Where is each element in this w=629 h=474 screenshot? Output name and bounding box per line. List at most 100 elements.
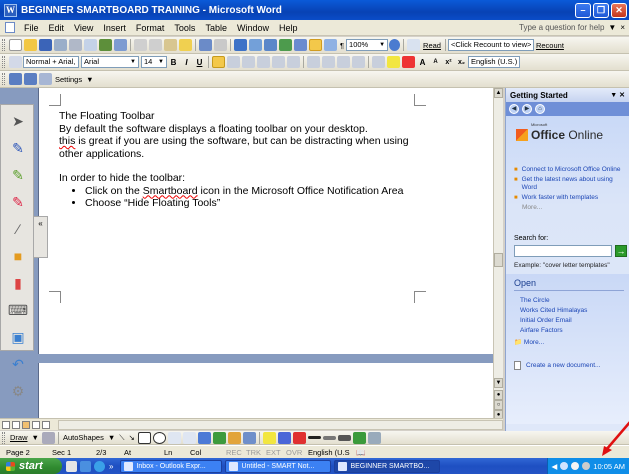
save-icon[interactable] (39, 39, 52, 51)
back-icon[interactable]: ◀ (509, 104, 519, 114)
3d-icon[interactable] (367, 431, 381, 444)
font-color-draw-icon[interactable] (292, 431, 306, 444)
show-hide-icon[interactable]: ¶ (340, 41, 344, 50)
arrow-style-icon[interactable] (337, 434, 351, 441)
smart-insert-icon[interactable] (9, 73, 22, 85)
bullets-icon[interactable] (322, 56, 335, 68)
eraser-icon[interactable]: ▮ (7, 272, 29, 294)
permission-icon[interactable] (54, 39, 67, 51)
dash-style-icon[interactable] (322, 435, 336, 440)
start-button[interactable]: start (0, 458, 62, 474)
help-icon[interactable] (389, 39, 401, 51)
recent-file[interactable]: The Circle (520, 296, 587, 306)
status-ext[interactable]: EXT (266, 448, 286, 457)
create-new-document-link[interactable]: Create a new document... (514, 361, 600, 370)
link-connect-online[interactable]: ■ Connect to Microsoft Office Online (514, 166, 628, 174)
word-count-select[interactable]: <Click Recount to view>▼ (447, 39, 534, 51)
document-page[interactable]: The Floating Toolbar By default the soft… (38, 88, 493, 354)
new-icon[interactable] (9, 39, 22, 51)
columns-icon[interactable] (294, 39, 307, 51)
keyboard-icon[interactable]: ⌨ (7, 299, 29, 321)
read-button[interactable]: Read (423, 41, 441, 50)
increase-indent-icon[interactable] (352, 56, 365, 68)
draw-dropdown-icon[interactable]: ▼ (32, 433, 39, 442)
link-templates[interactable]: ■ Work faster with templates (514, 194, 628, 202)
ask-question-input[interactable]: Type a question for help (519, 23, 604, 32)
underline-button[interactable]: U (193, 58, 206, 67)
ask-dropdown-icon[interactable]: ▼ (608, 23, 616, 32)
outlook-icon[interactable] (66, 460, 77, 472)
vertical-scrollbar[interactable]: ▲ ▼ ● ○ ● (493, 88, 503, 420)
ie-icon[interactable] (94, 460, 105, 472)
customize-icon[interactable]: ⚙ (7, 380, 29, 402)
open-icon[interactable] (24, 39, 37, 51)
forward-icon[interactable]: ▶ (522, 104, 532, 114)
print-preview-icon[interactable] (84, 39, 97, 51)
network-tray-icon[interactable] (560, 462, 569, 470)
insert-table-icon[interactable] (264, 39, 277, 51)
toolbar-grip[interactable] (2, 73, 5, 85)
line-spacing-icon[interactable] (287, 56, 300, 68)
scroll-thumb[interactable] (494, 253, 503, 267)
font-color-icon[interactable] (402, 56, 415, 68)
tray-expand-icon[interactable]: ◀ (552, 462, 558, 471)
font-size-select[interactable]: 14 ▼ (141, 56, 167, 68)
vertical-textbox-icon[interactable] (182, 431, 196, 444)
collapse-icon[interactable]: « (38, 219, 42, 228)
menu-window[interactable]: Window (232, 23, 274, 33)
floating-toolbar-tab[interactable]: « (34, 216, 48, 258)
toolbar-grip[interactable] (2, 39, 5, 51)
drawing-icon[interactable] (309, 39, 322, 51)
toolbar-grip[interactable] (2, 56, 5, 68)
toolbar-grip[interactable] (2, 431, 5, 444)
document-body[interactable]: The Floating Toolbar By default the soft… (59, 110, 419, 210)
picture-icon[interactable] (242, 431, 256, 444)
outline-view-icon[interactable] (32, 420, 40, 429)
justify-icon[interactable] (257, 56, 270, 68)
pen-blue-icon[interactable]: ✎ (7, 137, 29, 159)
web-view-icon[interactable] (12, 420, 20, 429)
status-rec[interactable]: REC (226, 448, 246, 457)
style-select[interactable]: Normal + Arial,▼ (23, 56, 79, 68)
diagram-icon[interactable] (212, 431, 226, 444)
rectangle-tool-icon[interactable] (137, 431, 151, 444)
close-button[interactable]: ✕ (611, 2, 627, 18)
menu-view[interactable]: View (69, 23, 98, 33)
superscript-icon[interactable]: x² (442, 59, 455, 66)
undo-floating-icon[interactable]: ↶ (7, 353, 29, 375)
desktop-icon[interactable] (80, 460, 91, 472)
pen-green-icon[interactable]: ✎ (7, 164, 29, 186)
task-outlook[interactable]: Inbox - Outlook Expr... (120, 459, 223, 473)
highlight-icon[interactable] (387, 56, 400, 68)
menu-format[interactable]: Format (131, 23, 170, 33)
reading-view-icon[interactable] (42, 420, 50, 429)
restore-button[interactable]: ❐ (593, 2, 609, 18)
autoshapes-dropdown-icon[interactable]: ▼ (108, 433, 115, 442)
menu-edit[interactable]: Edit (44, 23, 70, 33)
normal-view-icon[interactable] (2, 420, 10, 429)
italic-button[interactable]: I (180, 58, 193, 67)
horizontal-scrollbar[interactable] (58, 419, 503, 430)
scroll-up-icon[interactable]: ▲ (494, 88, 503, 98)
hyperlink-icon[interactable] (234, 39, 247, 51)
menu-file[interactable]: File (19, 23, 44, 33)
numbering-icon[interactable] (307, 56, 320, 68)
select-arrow-icon[interactable]: ➤ (7, 110, 29, 132)
line-icon[interactable]: ∕ (7, 218, 29, 240)
link-latest-news[interactable]: ■ Get the latest news about using Word (514, 176, 628, 192)
fill-color-icon[interactable] (262, 431, 276, 444)
document-page-2[interactable] (38, 363, 493, 418)
distributed-icon[interactable] (272, 56, 285, 68)
pane-menu-icon[interactable]: ▼ ✕ (610, 91, 625, 99)
minimize-button[interactable]: – (575, 2, 591, 18)
recent-file[interactable]: Works Cited Himalayas (520, 306, 587, 316)
status-trk[interactable]: TRK (246, 448, 266, 457)
subscript-icon[interactable]: x₂ (455, 59, 468, 66)
doc-close-icon[interactable]: × (620, 23, 625, 32)
oval-tool-icon[interactable] (152, 431, 166, 444)
settings-dropdown-icon[interactable]: ▼ (86, 75, 93, 84)
shadow-icon[interactable] (352, 431, 366, 444)
research-icon[interactable] (114, 39, 127, 51)
select-objects-icon[interactable] (41, 431, 55, 444)
line-tool-icon[interactable]: ⟍ (119, 433, 124, 443)
